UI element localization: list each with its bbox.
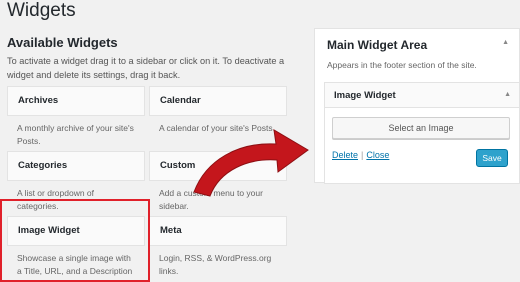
widget-archives[interactable]: Archives A monthly archive of your site'… — [7, 86, 145, 147]
save-button[interactable]: Save — [476, 149, 508, 167]
curved-arrow-icon — [193, 129, 309, 197]
widget-title[interactable]: Archives — [7, 86, 145, 116]
widget-actions: Delete | Close — [332, 150, 389, 160]
triangle-up-icon[interactable]: ▲ — [504, 91, 511, 98]
widget-description: Login, RSS, & WordPress.org links. — [159, 253, 272, 276]
close-link[interactable]: Close — [366, 150, 389, 160]
sidebar-title[interactable]: Main Widget Area — [327, 38, 427, 52]
sidebar-main-widget-area: Main Widget Area ▲ Appears in the footer… — [314, 28, 520, 184]
widget-title[interactable]: Meta — [149, 216, 287, 246]
sidebar-description: Appears in the footer section of the sit… — [327, 60, 477, 70]
triangle-up-icon[interactable]: ▲ — [502, 39, 509, 46]
image-widget-body: Select an Image Delete | Close Save — [324, 108, 520, 184]
highlight-box — [0, 199, 150, 282]
image-widget-title[interactable]: Image Widget — [334, 90, 396, 101]
widget-description: A monthly archive of your site's Posts. — [17, 123, 134, 146]
page-title: Widgets — [7, 0, 76, 21]
image-widget-header[interactable]: Image Widget ▲ — [324, 82, 520, 108]
select-image-button[interactable]: Select an Image — [332, 117, 510, 139]
widget-title[interactable]: Categories — [7, 151, 145, 181]
available-widgets-description: To activate a widget drag it to a sideba… — [7, 56, 285, 80]
available-widgets-title: Available Widgets — [7, 35, 118, 50]
widget-meta[interactable]: Meta Login, RSS, & WordPress.org links. — [149, 216, 287, 277]
link-separator: | — [361, 150, 364, 160]
delete-link[interactable]: Delete — [332, 150, 358, 160]
